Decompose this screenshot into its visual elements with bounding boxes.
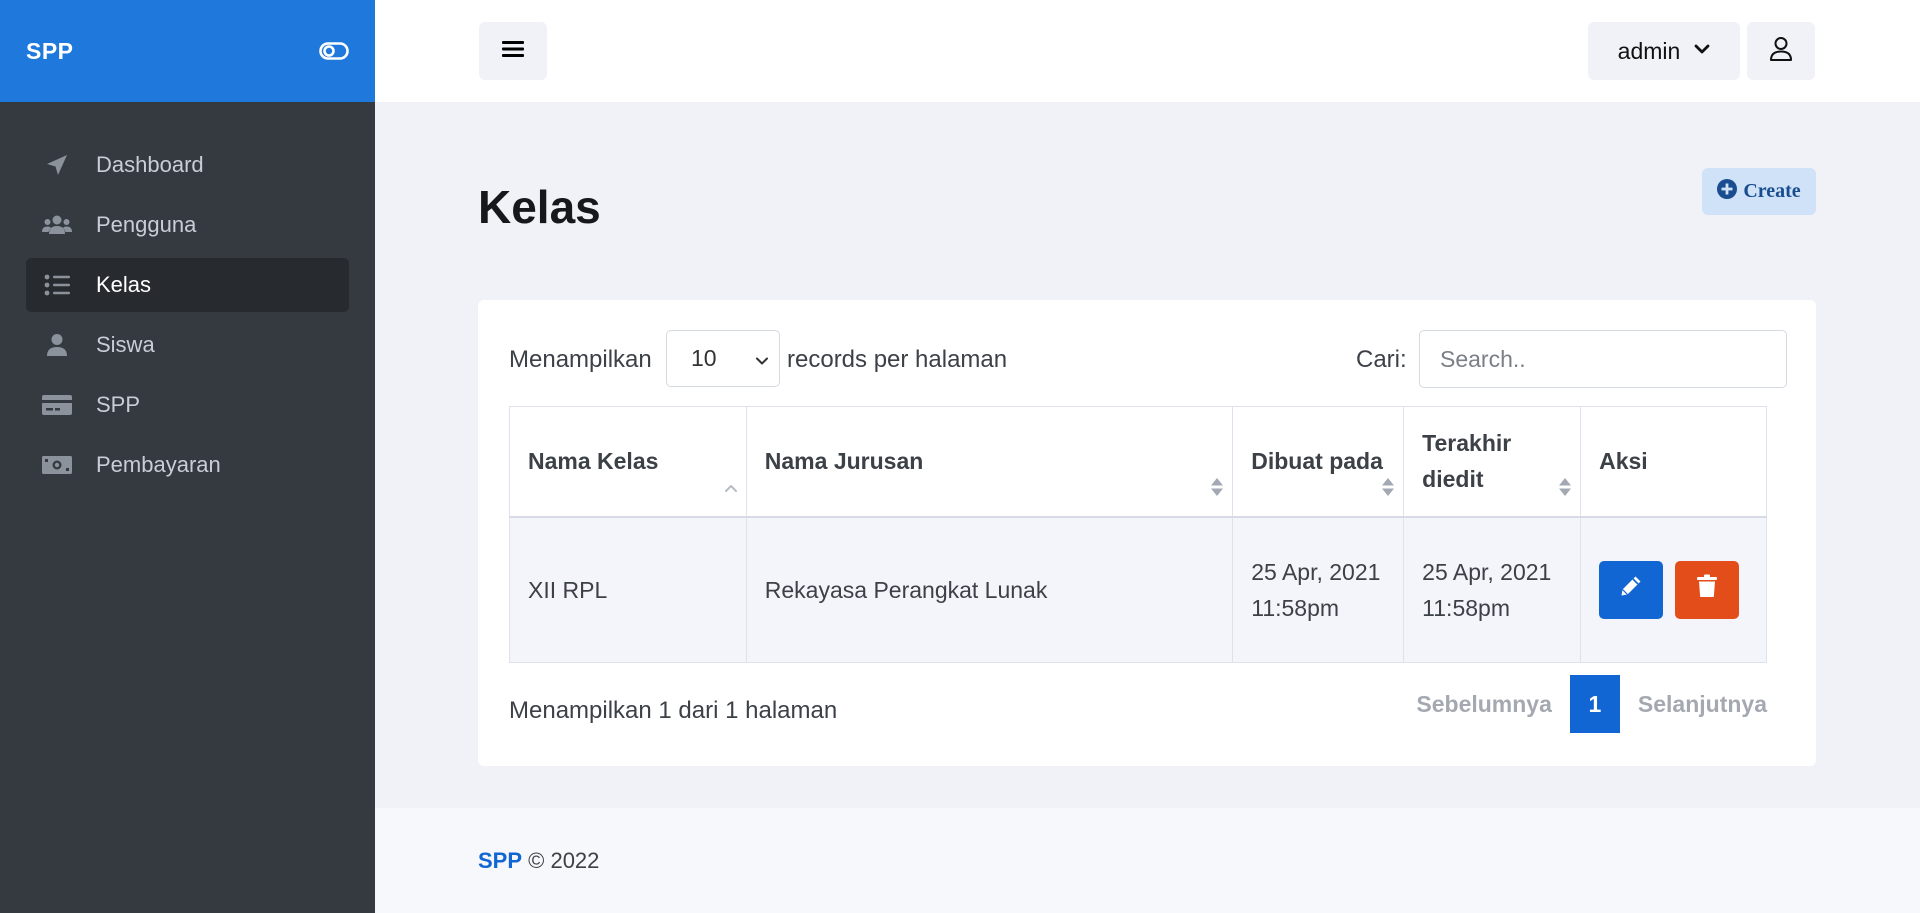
footer-brand-link[interactable]: SPP	[478, 848, 522, 873]
footer-copyright: © 2022	[522, 848, 600, 873]
sidebar-nav: Dashboard Pengguna Kelas Siswa SPP Pemba…	[0, 102, 375, 492]
cell-nama-jurusan: Rekayasa Perangkat Lunak	[745, 516, 1234, 663]
table-header-row: Nama Kelas Nama Jurusan Dibuat pada Tera…	[509, 406, 1767, 518]
sidebar-item-spp[interactable]: SPP	[26, 378, 349, 432]
search-input[interactable]	[1419, 330, 1787, 388]
pagination-page-current[interactable]: 1	[1569, 675, 1620, 733]
pagination-prev[interactable]: Sebelumnya	[1416, 691, 1552, 718]
edit-button[interactable]	[1599, 560, 1664, 619]
delete-button[interactable]	[1675, 560, 1740, 619]
top-navbar: admin	[375, 0, 1920, 102]
profile-button[interactable]	[1747, 22, 1815, 80]
pagination-next[interactable]: Selanjutnya	[1638, 691, 1767, 718]
cell-dibuat-pada: 25 Apr, 2021 11:58pm	[1232, 516, 1405, 663]
sidebar-item-kelas[interactable]: Kelas	[26, 258, 349, 312]
sidebar-item-label: SPP	[96, 392, 141, 417]
page-size-value: 10	[691, 345, 717, 371]
show-entries-label: Menampilkan	[509, 346, 652, 373]
column-header-nama-jurusan[interactable]: Nama Jurusan	[745, 406, 1234, 518]
page-title: Kelas	[478, 181, 601, 233]
sidebar-item-label: Dashboard	[96, 152, 204, 177]
page-size-select[interactable]: 10	[666, 330, 780, 387]
per-page-label: records per halaman	[787, 346, 1008, 373]
user-name: admin	[1617, 37, 1681, 64]
sidebar-item-label: Pengguna	[96, 212, 197, 237]
sidebar-item-label: Pembayaran	[96, 452, 221, 477]
trash-icon	[1697, 572, 1718, 608]
users-icon	[42, 212, 72, 238]
pagination: Sebelumnya 1 Selanjutnya	[1416, 675, 1767, 733]
sidebar-item-pembayaran[interactable]: Pembayaran	[26, 438, 349, 492]
footer-text: SPP © 2022	[478, 848, 599, 874]
user-outline-icon	[1769, 36, 1793, 67]
toggle-icon[interactable]	[319, 41, 349, 61]
sidebar-item-label: Kelas	[96, 272, 152, 297]
page-footer: SPP © 2022	[375, 808, 1920, 913]
chevron-down-icon	[755, 345, 769, 372]
money-bill-icon	[42, 452, 72, 478]
list-icon	[42, 272, 72, 298]
column-header-dibuat-pada[interactable]: Dibuat pada	[1232, 406, 1405, 518]
create-button[interactable]: Create	[1702, 168, 1816, 215]
user-dropdown[interactable]: admin	[1588, 22, 1740, 80]
cell-terakhir-diedit: 25 Apr, 2021 11:58pm	[1403, 516, 1582, 663]
sidebar-item-pengguna[interactable]: Pengguna	[26, 198, 349, 252]
sort-asc-icon	[724, 471, 738, 492]
sidebar-brand: SPP	[0, 0, 375, 102]
cell-nama-kelas: XII RPL	[509, 516, 747, 663]
sort-icon	[1558, 471, 1572, 496]
kelas-table: Nama Kelas Nama Jurusan Dibuat pada Tera…	[509, 406, 1767, 663]
sort-icon	[1381, 471, 1395, 496]
chevron-down-icon	[1694, 42, 1710, 60]
sidebar-item-dashboard[interactable]: Dashboard	[26, 138, 349, 192]
sidebar: SPP Dashboard Pengguna Kelas Siswa SPP P…	[0, 0, 375, 913]
hamburger-icon	[502, 39, 524, 64]
table-row: XII RPL Rekayasa Perangkat Lunak 25 Apr,…	[509, 516, 1767, 663]
data-table-card: Menampilkan 10 records per halaman Cari:…	[478, 300, 1816, 766]
cell-aksi	[1580, 516, 1767, 663]
paper-plane-icon	[42, 152, 72, 178]
menu-toggle-button[interactable]	[479, 22, 547, 80]
brand-title[interactable]: SPP	[26, 38, 74, 65]
column-header-terakhir-diedit[interactable]: Terakhir diedit	[1403, 406, 1582, 518]
sidebar-item-siswa[interactable]: Siswa	[26, 318, 349, 372]
pencil-icon	[1619, 572, 1643, 608]
sort-icon	[1210, 471, 1224, 496]
credit-card-icon	[42, 392, 72, 418]
user-icon	[42, 332, 72, 358]
table-info: Menampilkan 1 dari 1 halaman	[509, 697, 838, 724]
search-label: Cari:	[1356, 346, 1407, 373]
create-label: Create	[1743, 180, 1801, 202]
column-header-nama-kelas[interactable]: Nama Kelas	[509, 406, 747, 518]
sidebar-item-label: Siswa	[96, 332, 155, 357]
plus-circle-icon	[1717, 179, 1738, 204]
column-header-aksi: Aksi	[1580, 406, 1767, 518]
